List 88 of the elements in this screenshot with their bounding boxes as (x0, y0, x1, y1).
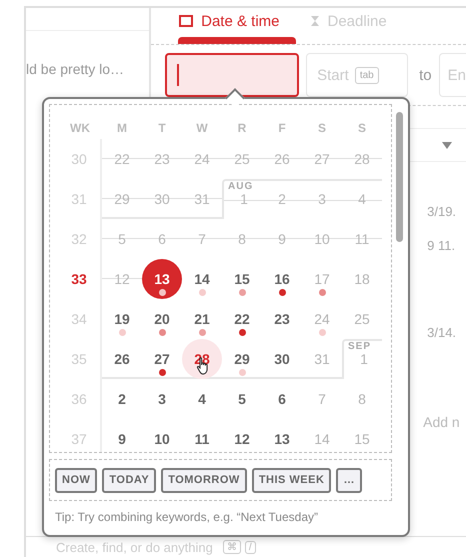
calendar-day[interactable]: 8 (224, 229, 260, 249)
weekday-header: T (157, 120, 167, 137)
scrollbar-thumb[interactable] (396, 112, 403, 242)
calendar-day[interactable]: 22 (104, 149, 140, 169)
calendar-day[interactable]: 24 (184, 149, 220, 169)
month-label: SEP (348, 342, 372, 352)
calendar-day[interactable]: 22 (224, 309, 260, 329)
calendar-day[interactable]: 20 (144, 309, 180, 329)
calendar-day[interactable]: 6 (264, 389, 300, 409)
tip-text: Tip: Try combining keywords, e.g. “Next Tuesday” (55, 510, 319, 524)
calendar-day[interactable]: 21 (184, 309, 220, 329)
calendar-day[interactable]: 23 (264, 309, 300, 329)
weekday-header: R (236, 120, 248, 137)
add-note-field[interactable]: Add n (423, 414, 466, 430)
calendar-day[interactable]: 29 (104, 189, 140, 209)
dropdown-caret-icon[interactable] (442, 142, 452, 148)
weekday-header: M (116, 120, 128, 137)
tab[interactable]: Date & time (179, 10, 280, 32)
calendar-day[interactable]: 10 (304, 229, 340, 249)
calendar-day[interactable]: 6 (144, 229, 180, 249)
calendar-day[interactable]: 10 (144, 429, 180, 449)
weekday-header: W (195, 120, 209, 137)
calendar-day[interactable]: 3 (144, 389, 180, 409)
task-text: ld be pretty lo… (26, 61, 126, 77)
calendar-day[interactable]: 4 (184, 389, 220, 409)
calendar-day[interactable]: 4 (344, 189, 380, 209)
calendar-day[interactable]: 23 (144, 149, 180, 169)
date-text: 9 11. (427, 238, 456, 253)
quick-date-button[interactable]: … (336, 468, 362, 492)
calendar-day[interactable]: 2 (104, 389, 140, 409)
calendar-day[interactable]: 27 (304, 149, 340, 169)
calendar-day[interactable]: 26 (104, 349, 140, 369)
weekday-header: S (356, 120, 367, 137)
weekday-header: F (277, 120, 287, 137)
quick-date-button[interactable]: NOW (55, 468, 98, 492)
calendar-day[interactable]: 8 (344, 389, 380, 409)
calendar-day[interactable]: 7 (304, 389, 340, 409)
quick-date-button[interactable]: TODAY (102, 468, 156, 492)
calendar-day[interactable]: 31 (184, 189, 220, 209)
calendar-day[interactable]: 24 (304, 309, 340, 329)
weekday-header: WK (69, 120, 91, 137)
calendar-day[interactable]: 14 (304, 429, 340, 449)
hourglass-icon (310, 15, 320, 27)
calendar-day[interactable]: 16 (264, 269, 300, 289)
calendar-day[interactable]: 27 (144, 349, 180, 369)
date-text: 3/14. (427, 325, 456, 340)
calendar-day[interactable]: 5 (104, 229, 140, 249)
shortcut-key: ⌘ (222, 540, 241, 554)
quick-date-button[interactable]: TOMORROW (161, 468, 247, 492)
key-hint: tab (354, 66, 379, 84)
calendar-day[interactable]: 11 (184, 429, 220, 449)
to-label: to (419, 66, 432, 84)
calendar-day[interactable]: 30 (144, 189, 180, 209)
calendar-day[interactable]: 1 (346, 349, 382, 369)
week-number: 33 (71, 270, 87, 289)
calendar-day[interactable]: 9 (264, 229, 300, 249)
calendar-day[interactable]: 18 (344, 269, 380, 289)
calendar-day[interactable]: 13 (264, 429, 300, 449)
calendar-day[interactable]: 25 (224, 149, 260, 169)
calendar-day[interactable]: 19 (104, 309, 140, 329)
calendar-day[interactable]: 9 (104, 429, 140, 449)
month-label: AUG (228, 182, 254, 192)
calendar-day[interactable]: 30 (264, 349, 300, 369)
calendar-day[interactable]: 1 (226, 189, 262, 209)
calendar-day[interactable]: 17 (304, 269, 340, 289)
calendar-day[interactable]: 26 (264, 149, 300, 169)
weekday-header: S (316, 120, 327, 137)
date-input-field[interactable] (165, 53, 300, 97)
checkbox-icon (179, 15, 194, 27)
quick-date-button[interactable]: THIS WEEK (252, 468, 332, 492)
calendar-day[interactable]: 11 (344, 229, 380, 249)
calendar-day[interactable]: 15 (344, 429, 380, 449)
text-cursor (177, 64, 180, 86)
calendar-day[interactable]: 3 (304, 189, 340, 209)
calendar-day[interactable]: 29 (224, 349, 260, 369)
calendar-day[interactable]: 2 (264, 189, 300, 209)
shortcut-key: / (244, 540, 256, 554)
calendar-day[interactable]: 12 (224, 429, 260, 449)
calendar-day[interactable]: 28 (344, 149, 380, 169)
calendar-day[interactable]: 5 (224, 389, 260, 409)
calendar-day[interactable]: 7 (184, 229, 220, 249)
calendar-day[interactable]: 14 (184, 269, 220, 289)
calendar-day[interactable]: 15 (224, 269, 260, 289)
calendar-day[interactable]: 13 (142, 259, 182, 299)
date-text: 3/19. (427, 204, 456, 219)
calendar-day[interactable]: 12 (104, 269, 140, 289)
calendar-day[interactable]: 31 (304, 349, 340, 369)
calendar-day[interactable]: 25 (344, 309, 380, 329)
